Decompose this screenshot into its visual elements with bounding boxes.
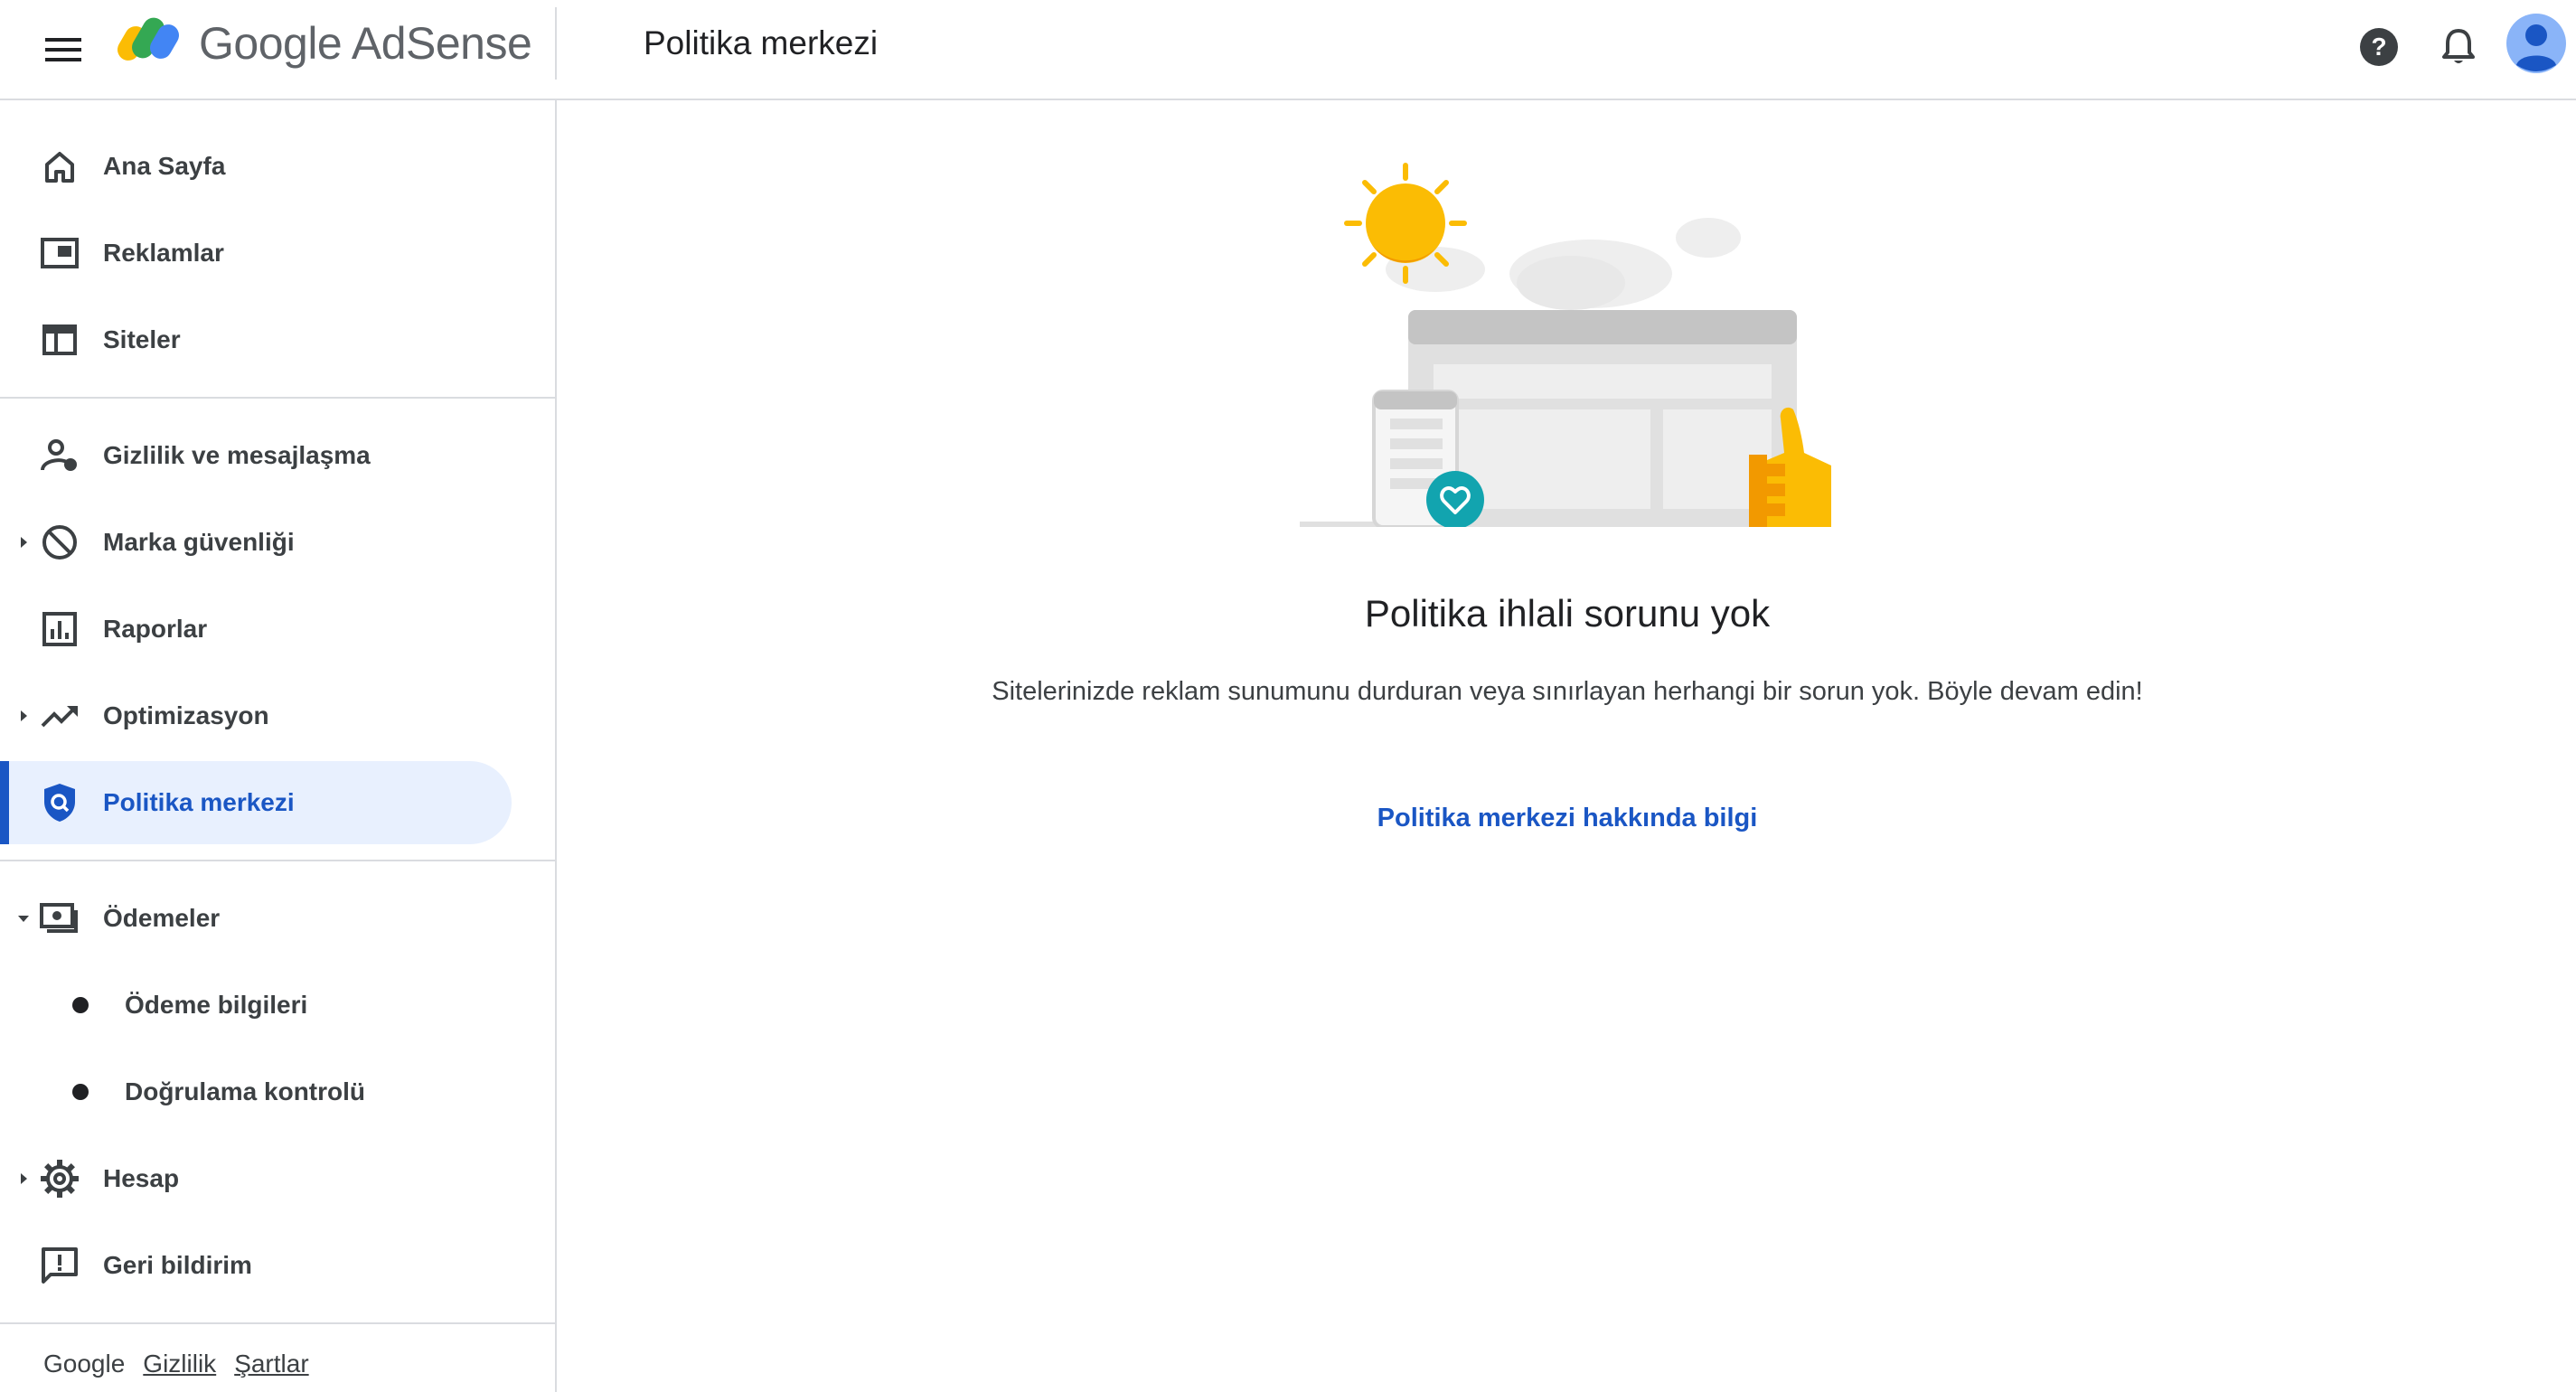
privacy-link[interactable]: Gizlilik xyxy=(143,1350,216,1378)
learn-about-policy-center-link[interactable]: Politika merkezi hakkında bilgi xyxy=(1377,804,1758,832)
title-divider xyxy=(555,7,557,80)
sidebar-item-label: Doğrulama kontrolü xyxy=(125,1077,366,1105)
learn-more-container: Politika merkezi hakkında bilgi xyxy=(559,804,2576,833)
terms-link[interactable]: Şartlar xyxy=(234,1350,308,1378)
trending-up-icon xyxy=(38,694,81,738)
caret-right-icon[interactable] xyxy=(16,1171,31,1186)
sidebar-item-label: Ana Sayfa xyxy=(103,152,226,180)
help-icon[interactable]: ? xyxy=(2352,20,2406,74)
reports-icon xyxy=(38,607,81,651)
sidebar-item-account[interactable]: Hesap xyxy=(0,1137,512,1220)
bullet-icon xyxy=(72,1084,89,1100)
ads-icon xyxy=(38,231,81,275)
sidebar-subitem-verification[interactable]: Doğrulama kontrolü xyxy=(0,1050,512,1133)
sidebar-item-label: Politika merkezi xyxy=(103,788,295,816)
sidebar-divider xyxy=(0,860,555,861)
empty-state-description: Sitelerinizde reklam sunumunu durduran v… xyxy=(992,677,2143,706)
active-indicator xyxy=(0,761,9,844)
caret-right-icon[interactable] xyxy=(16,535,31,550)
privacy-messaging-icon xyxy=(38,434,81,477)
top-app-bar: Google AdSense Politika merkezi ? xyxy=(0,0,2576,100)
empty-state-title: Politika ihlali sorunu yok xyxy=(1364,592,1771,635)
bell-icon[interactable] xyxy=(2431,20,2486,74)
avatar-icon[interactable] xyxy=(2505,13,2567,74)
sidebar-item-label: Gizlilik ve mesajlaşma xyxy=(103,441,371,469)
feedback-icon xyxy=(38,1244,81,1287)
sidebar-item-sites[interactable]: Siteler xyxy=(0,298,512,381)
sidebar-item-label: Ödeme bilgileri xyxy=(125,991,308,1019)
policy-shield-icon xyxy=(38,781,81,824)
payments-icon xyxy=(38,897,81,940)
sidebar-item-policy-center[interactable]: Politika merkezi xyxy=(0,761,512,844)
sidebar-divider xyxy=(0,1322,555,1324)
home-icon xyxy=(38,145,81,188)
sites-icon xyxy=(38,318,81,362)
sidebar-item-optimization[interactable]: Optimizasyon xyxy=(0,674,512,757)
adsense-logo-icon[interactable] xyxy=(116,13,181,67)
no-issues-illustration xyxy=(1300,147,1887,529)
product-name[interactable]: Google AdSense xyxy=(199,16,532,71)
sidebar-item-label: Hesap xyxy=(103,1164,180,1192)
sidebar-item-ads[interactable]: Reklamlar xyxy=(0,212,512,295)
sidebar-item-feedback[interactable]: Geri bildirim xyxy=(0,1224,512,1307)
sidebar-item-home[interactable]: Ana Sayfa xyxy=(0,125,512,208)
hamburger-menu-icon[interactable] xyxy=(27,18,99,81)
caret-right-icon[interactable] xyxy=(16,709,31,723)
sidebar-subitem-payment-info[interactable]: Ödeme bilgileri xyxy=(0,964,512,1047)
page-title: Politika merkezi xyxy=(644,24,879,61)
adsense-app: Google AdSense Politika merkezi ? Ana Sa… xyxy=(0,0,2576,1392)
sidebar-item-reports[interactable]: Raporlar xyxy=(0,588,512,671)
sidebar-item-brand-safety[interactable]: Marka güvenliği xyxy=(0,501,512,584)
sidebar-footer: Google Gizlilik Şartlar xyxy=(43,1350,309,1378)
footer-brand: Google xyxy=(43,1350,126,1378)
sidebar-divider xyxy=(0,397,555,399)
sidebar-item-label: Marka güvenliği xyxy=(103,528,295,556)
sidebar-item-label: Siteler xyxy=(103,325,181,353)
sidebar-item-privacy-messaging[interactable]: Gizlilik ve mesajlaşma xyxy=(0,414,512,497)
sidebar-item-label: Reklamlar xyxy=(103,239,224,267)
sidebar-nav: Ana Sayfa Reklamlar Siteler Gizlilik ve … xyxy=(0,100,557,1392)
block-icon xyxy=(38,521,81,564)
sidebar-item-label: Optimizasyon xyxy=(103,701,269,729)
sidebar-item-label: Raporlar xyxy=(103,615,208,643)
gear-icon xyxy=(38,1157,81,1200)
svg-text:?: ? xyxy=(2371,33,2386,61)
sidebar-item-payments[interactable]: Ödemeler xyxy=(0,877,512,960)
caret-down-icon[interactable] xyxy=(16,911,31,926)
sidebar-item-label: Ödemeler xyxy=(103,904,221,932)
main-content: Politika ihlali sorunu yok Sitelerinizde… xyxy=(559,102,2576,1392)
bullet-icon xyxy=(72,997,89,1013)
sidebar-item-label: Geri bildirim xyxy=(103,1251,252,1279)
